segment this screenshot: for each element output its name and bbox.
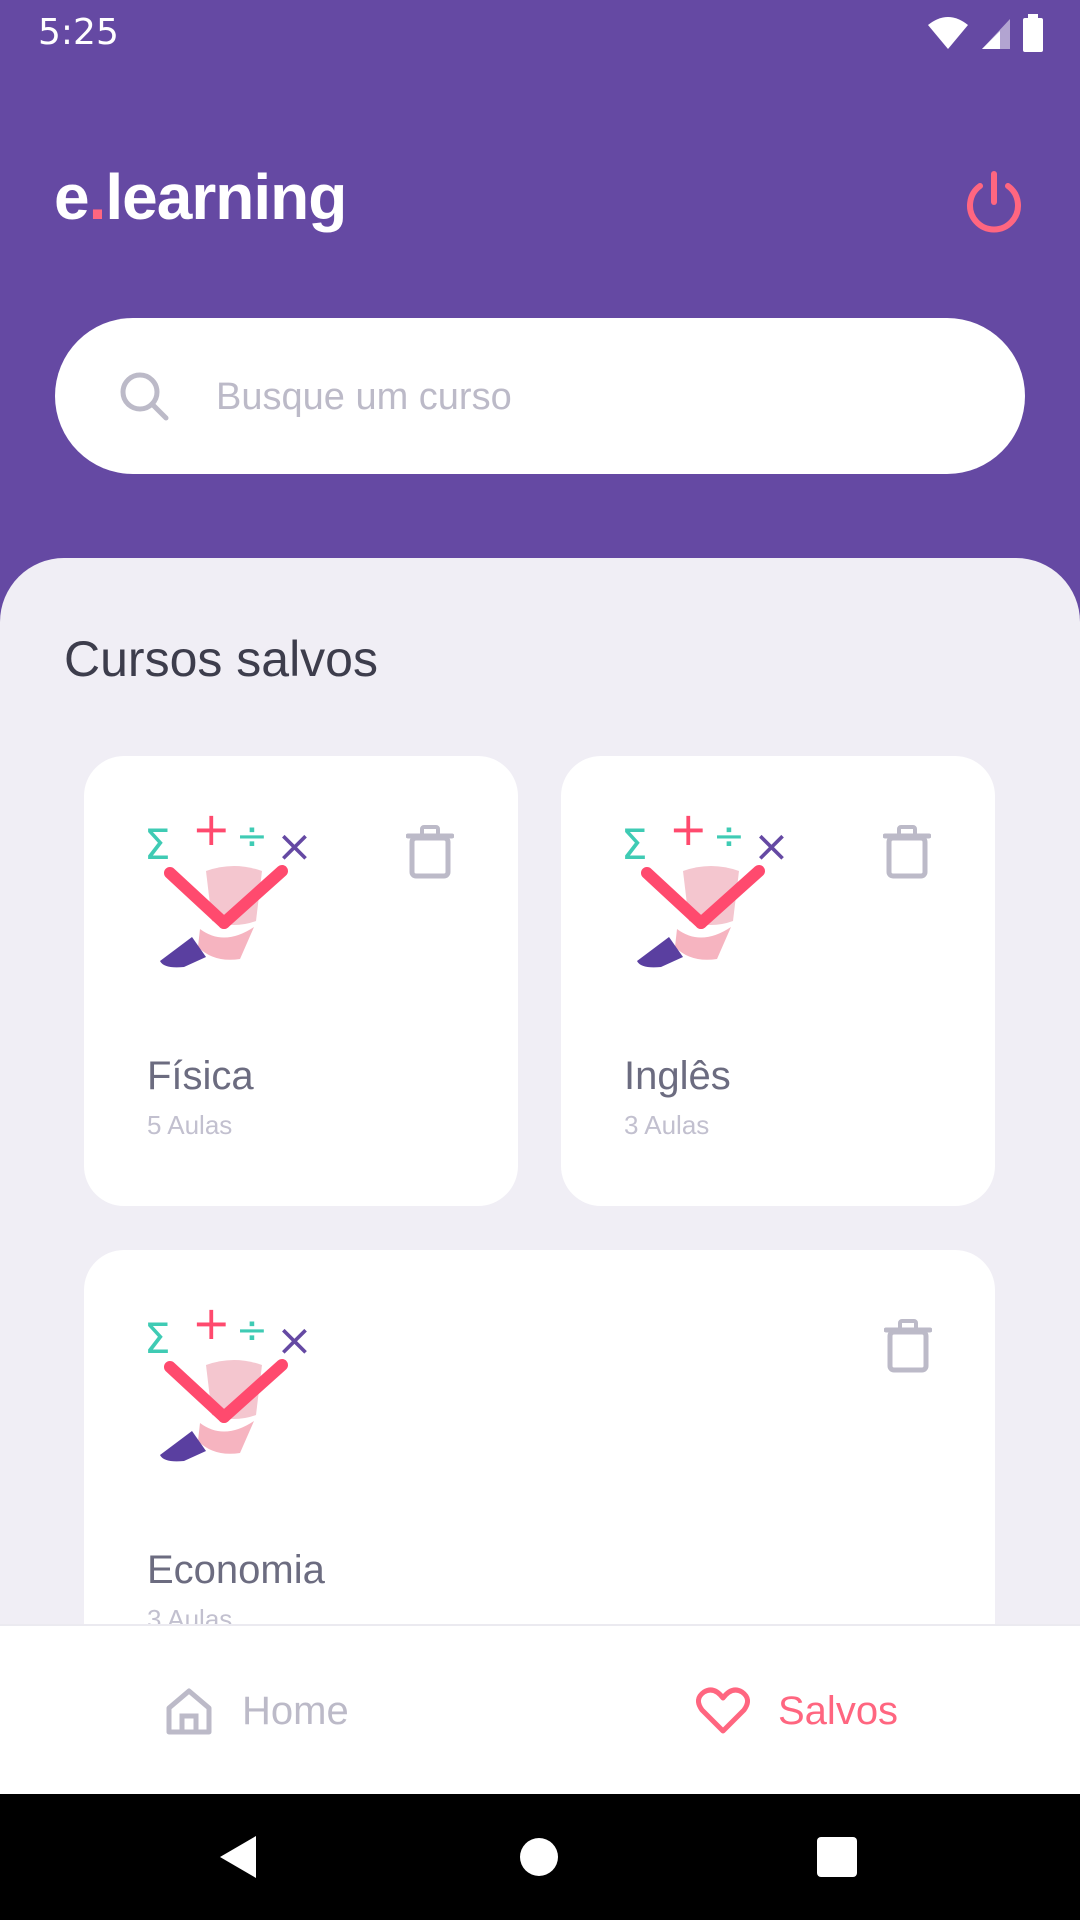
search-input[interactable] xyxy=(214,370,978,424)
trash-icon[interactable] xyxy=(884,1318,932,1374)
course-card[interactable]: Σ + ÷ × Economia 3 Aulas xyxy=(84,1250,995,1624)
power-icon[interactable] xyxy=(960,168,1028,236)
svg-text:×: × xyxy=(753,821,790,872)
svg-text:Σ: Σ xyxy=(144,820,171,869)
course-name: Economia xyxy=(147,1548,325,1592)
svg-text:×: × xyxy=(276,821,313,872)
course-name: Física xyxy=(147,1054,254,1098)
nav-label-home: Home xyxy=(242,1688,349,1733)
logo-dot: . xyxy=(88,161,107,233)
svg-text:Σ: Σ xyxy=(144,1314,171,1363)
svg-text:+: + xyxy=(192,811,231,856)
logo-text-learning: learning xyxy=(105,161,347,233)
svg-text:+: + xyxy=(669,811,708,856)
saved-courses-section: Cursos salvos Σ + ÷ × Física 5 Aulas Σ +… xyxy=(0,558,1080,1624)
status-icons xyxy=(926,14,1044,52)
svg-text:×: × xyxy=(276,1315,313,1366)
back-icon[interactable] xyxy=(218,1834,258,1880)
battery-icon xyxy=(1023,14,1043,52)
signal-icon xyxy=(982,19,1010,49)
home-button-icon[interactable] xyxy=(519,1837,559,1877)
section-title: Cursos salvos xyxy=(64,631,378,687)
course-card[interactable]: Σ + ÷ × Inglês 3 Aulas xyxy=(561,756,995,1206)
course-lessons: 3 Aulas xyxy=(624,1110,710,1140)
trash-icon[interactable] xyxy=(406,824,454,880)
math-illustration-icon: Σ + ÷ × xyxy=(621,811,790,968)
nav-item-home[interactable]: Home xyxy=(164,1626,349,1796)
status-bar: 5:25 xyxy=(0,0,1080,64)
course-name: Inglês xyxy=(624,1054,731,1098)
wifi-icon xyxy=(928,17,968,49)
svg-text:÷: ÷ xyxy=(713,814,745,858)
logo-text-e: e xyxy=(54,161,90,233)
recents-icon[interactable] xyxy=(817,1837,857,1877)
course-lessons: 3 Aulas xyxy=(147,1604,233,1624)
bottom-nav: Home Salvos xyxy=(0,1624,1080,1796)
header: e.learning xyxy=(0,64,1080,564)
home-icon xyxy=(166,1688,212,1735)
nav-label-salvos: Salvos xyxy=(778,1688,899,1733)
math-illustration-icon: Σ + ÷ × xyxy=(144,811,313,968)
status-time: 5:25 xyxy=(38,12,119,53)
course-card[interactable]: Σ + ÷ × Física 5 Aulas xyxy=(84,756,518,1206)
nav-item-salvos[interactable]: Salvos xyxy=(696,1626,898,1796)
math-illustration-icon: Σ + ÷ × xyxy=(144,1305,313,1462)
search-icon xyxy=(120,372,169,421)
svg-text:÷: ÷ xyxy=(236,814,268,858)
svg-text:+: + xyxy=(192,1305,231,1350)
trash-icon[interactable] xyxy=(883,824,931,880)
app-logo: e.learning xyxy=(54,160,347,234)
system-nav-bar xyxy=(0,1794,1080,1920)
svg-text:÷: ÷ xyxy=(236,1308,268,1352)
course-lessons: 5 Aulas xyxy=(147,1110,233,1140)
svg-text:Σ: Σ xyxy=(621,820,648,869)
heart-icon xyxy=(696,1687,750,1734)
